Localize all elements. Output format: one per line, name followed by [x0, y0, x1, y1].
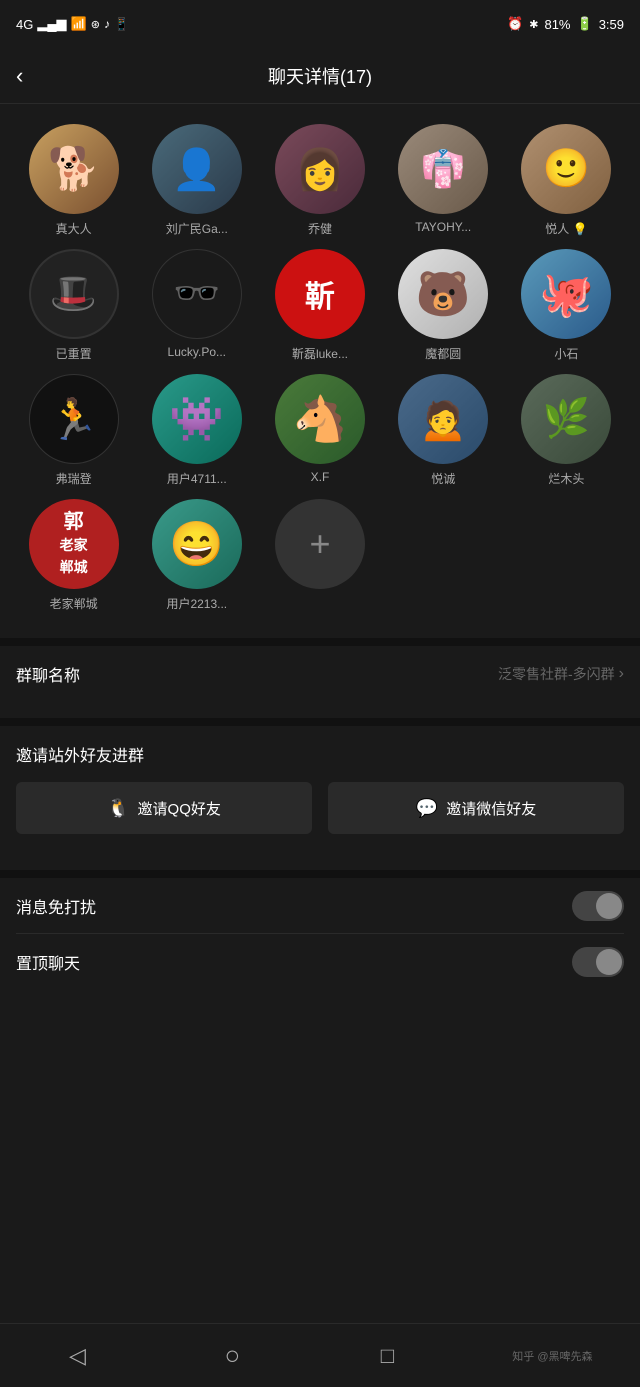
nav-spacer [0, 990, 640, 1030]
member-name: 用户4711... [167, 470, 227, 487]
home-circle-icon: ○ [225, 1340, 241, 1371]
section-divider-2 [0, 718, 640, 726]
member-item[interactable]: 🐻 魔都圆 [386, 249, 501, 362]
tiktok-icon: ♪ [104, 17, 110, 31]
member-name: 刘广民Ga... [166, 220, 228, 237]
alarm-icon: ⏰ [507, 16, 523, 32]
member-item[interactable]: 🐕 真大人 [16, 124, 131, 237]
invite-wechat-label: 邀请微信好友 [446, 798, 536, 819]
add-icon: + [275, 499, 365, 589]
signal-text: 4G [16, 17, 33, 32]
status-bar: 4G ▂▄▆ 📶 ⊛ ♪ 📱 ⏰ ✱ 81% 🔋 3:59 [0, 0, 640, 48]
member-item[interactable]: 郭老家郸城 老家郸城 [16, 499, 131, 612]
nav-home-button[interactable]: ○ [202, 1336, 262, 1376]
battery-level: 81% [544, 17, 570, 32]
member-name: 用户2213... [166, 595, 227, 612]
section-divider [0, 638, 640, 646]
back-triangle-icon: ◁ [69, 1343, 86, 1369]
member-name: 弗瑞登 [56, 470, 92, 487]
invite-buttons: 🐧 邀请QQ好友 💬 邀请微信好友 [16, 782, 624, 834]
member-name: 烂木头 [548, 470, 584, 487]
invite-title: 邀请站外好友进群 [16, 742, 624, 766]
section-divider-3 [0, 870, 640, 878]
mute-label: 消息免打扰 [16, 894, 96, 918]
mute-toggle[interactable] [572, 891, 624, 921]
toggle-knob [596, 893, 622, 919]
members-section: 🐕 真大人 👤 刘广民Ga... 👩 乔健 👘 TA [0, 104, 640, 622]
invite-section: 邀请站外好友进群 🐧 邀请QQ好友 💬 邀请微信好友 [0, 726, 640, 854]
mute-row: 消息免打扰 [16, 878, 624, 934]
member-item[interactable]: 🌿 烂木头 [509, 374, 624, 487]
member-item[interactable]: 👩 乔健 [262, 124, 377, 237]
member-item[interactable]: 靳 靳磊luke... [262, 249, 377, 362]
members-grid: 🐕 真大人 👤 刘广民Ga... 👩 乔健 👘 TA [16, 124, 624, 612]
watermark: 知乎 @黑啤先森 [512, 1348, 592, 1364]
member-item[interactable]: 🙂 悦人 💡 [509, 124, 624, 237]
member-name: 真大人 [56, 220, 92, 237]
time: 3:59 [599, 17, 624, 32]
pin-label: 置顶聊天 [16, 950, 80, 974]
toggle-knob-2 [596, 949, 622, 975]
qq-icon: 🐧 [107, 798, 129, 819]
signal-bars: ▂▄▆ [37, 16, 66, 32]
chevron-right-icon: › [619, 665, 624, 683]
member-name: Lucky.Po... [168, 345, 226, 359]
member-item[interactable]: 👾 用户4711... [139, 374, 254, 487]
battery-icon: 🔋 [577, 16, 593, 32]
page-header: ‹ 聊天详情(17) [0, 48, 640, 104]
member-name: 已重置 [56, 345, 92, 362]
nav-recent-button[interactable]: □ [357, 1336, 417, 1376]
status-signal: 4G ▂▄▆ 📶 ⊛ ♪ 📱 [16, 16, 129, 32]
group-name-row[interactable]: 群聊名称 泛零售社群-多闪群 › [16, 646, 624, 702]
member-item[interactable]: 🕶️ Lucky.Po... [139, 249, 254, 362]
member-item[interactable]: 👤 刘广民Ga... [139, 124, 254, 237]
pin-row: 置顶聊天 [16, 934, 624, 990]
bt-icon: ⊛ [91, 18, 100, 31]
settings-section: 群聊名称 泛零售社群-多闪群 › [0, 646, 640, 702]
toggle-settings-section: 消息免打扰 置顶聊天 [0, 878, 640, 990]
member-item[interactable]: 👘 TAYOHY... [386, 124, 501, 237]
nav-back-button[interactable]: ◁ [47, 1336, 107, 1376]
member-item[interactable]: 🎩 已重置 [16, 249, 131, 362]
invite-qq-button[interactable]: 🐧 邀请QQ好友 [16, 782, 312, 834]
app-icon: 📱 [114, 17, 129, 31]
wechat-icon: 💬 [416, 798, 438, 819]
member-item[interactable]: 😄 用户2213... [139, 499, 254, 612]
member-name: X.F [311, 470, 330, 484]
group-name-value: 泛零售社群-多闪群 › [498, 664, 624, 684]
bt2-icon: ✱ [529, 18, 538, 31]
invite-wechat-button[interactable]: 💬 邀请微信好友 [328, 782, 624, 834]
member-item[interactable]: 🐴 X.F [262, 374, 377, 487]
page-title: 聊天详情(17) [268, 63, 372, 89]
wifi-icon: 📶 [71, 16, 87, 32]
member-name: 靳磊luke... [292, 345, 348, 362]
member-name: 小石 [554, 345, 578, 362]
member-name: 悦诚 [431, 470, 455, 487]
invite-qq-label: 邀请QQ好友 [138, 798, 221, 819]
group-name-text: 泛零售社群-多闪群 [498, 664, 615, 684]
member-name: 悦人 💡 [545, 220, 587, 237]
recent-square-icon: □ [381, 1343, 394, 1369]
add-member-button[interactable]: + [262, 499, 377, 612]
status-info: ⏰ ✱ 81% 🔋 3:59 [507, 16, 624, 32]
pin-toggle[interactable] [572, 947, 624, 977]
member-item[interactable]: 🐙 小石 [509, 249, 624, 362]
back-button[interactable]: ‹ [16, 63, 23, 89]
member-name: 乔健 [308, 220, 332, 237]
member-item[interactable]: 🏃 弗瑞登 [16, 374, 131, 487]
group-name-label: 群聊名称 [16, 662, 80, 686]
member-name: 老家郸城 [50, 595, 98, 612]
bottom-nav: ◁ ○ □ 知乎 @黑啤先森 [0, 1323, 640, 1387]
member-name: 魔都圆 [425, 345, 461, 362]
member-name: TAYOHY... [415, 220, 471, 234]
member-item[interactable]: 🙍 悦诚 [386, 374, 501, 487]
